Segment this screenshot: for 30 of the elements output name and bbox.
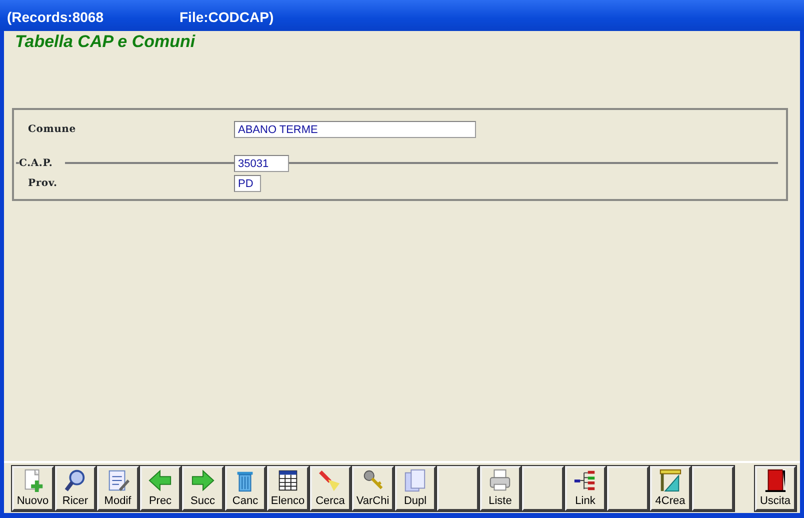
left-arrow-icon [147,468,174,493]
field-label: Comune [28,122,77,136]
field-label: C.A.P. [19,156,53,170]
toolbar-button[interactable]: Uscita [754,466,796,511]
toolbar-button[interactable]: Ricer [54,466,96,511]
right-arrow-icon [190,468,216,493]
toolbar-button[interactable]: Modif [97,466,138,511]
empty-toolbar-button[interactable] [522,466,564,511]
window-title: File:CODCAP) [180,8,274,27]
input-field[interactable]: PD [234,174,261,192]
toolbar-button[interactable]: Nuovo [12,466,54,511]
empty-toolbar-button[interactable] [607,466,648,511]
empty-toolbar-button[interactable] [437,466,478,511]
toolbar-button[interactable]: VarChi [352,466,394,511]
toolbar-button[interactable]: Canc [224,466,266,511]
toolbar-button[interactable]: Cerca [310,466,351,511]
toolbar-button[interactable]: Dupl [394,466,436,511]
ruler-icon [657,468,684,493]
toolbar-button[interactable]: Link [564,466,606,511]
toolbar-button[interactable]: Prec [140,466,181,511]
empty-toolbar-button[interactable] [692,466,734,511]
input-field[interactable]: 35031 [234,154,289,172]
field-label: Prov. [28,176,58,190]
input-field[interactable]: ABANO TERME [234,120,476,138]
toolbar-button[interactable]: Liste [480,466,521,511]
toolbar-button[interactable]: Succ [182,466,224,511]
toolbar-button[interactable]: Elenco [267,466,308,511]
toolbar-button[interactable]: 4Crea [650,466,691,511]
form-heading: Tabella CAP e Comuni [15,32,196,52]
window-title: (Records:8068 [7,8,104,27]
